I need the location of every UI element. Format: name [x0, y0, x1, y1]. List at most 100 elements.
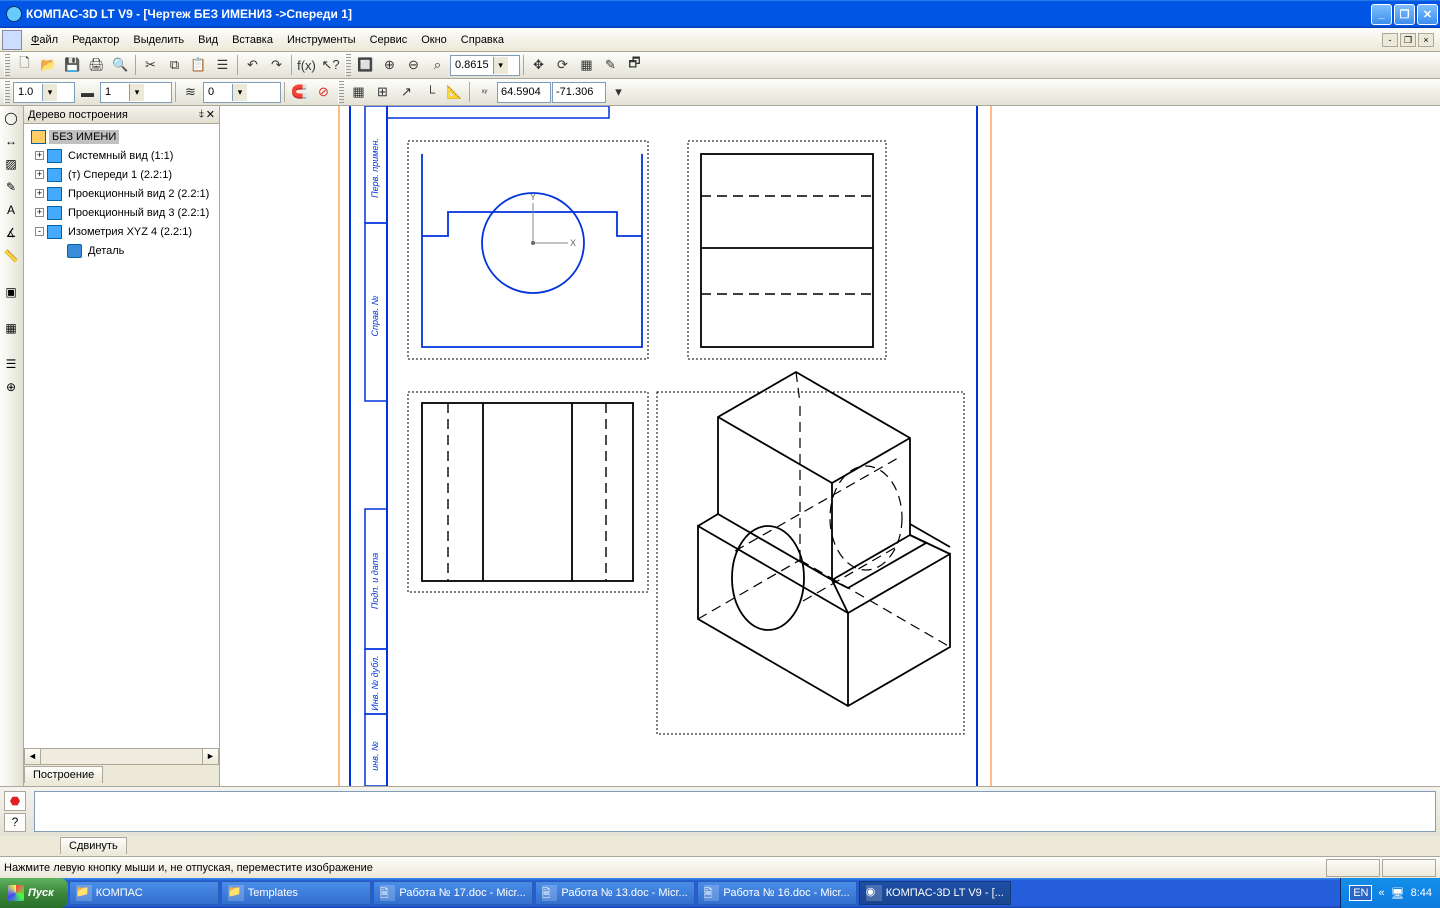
tree-hscroll[interactable]: ◄►: [24, 748, 219, 765]
grip-icon[interactable]: [4, 54, 10, 76]
tray-expand-icon[interactable]: «: [1378, 887, 1384, 899]
text-tool[interactable]: A: [0, 199, 22, 221]
expand-icon[interactable]: +: [35, 189, 44, 198]
rotate-button[interactable]: ⟳: [551, 54, 574, 77]
start-button[interactable]: Пуск: [0, 878, 68, 908]
command-input-area[interactable]: [34, 791, 1436, 832]
ortho-button[interactable]: ⊞: [371, 81, 394, 104]
coord-y-input[interactable]: [552, 82, 606, 103]
close-panel-icon[interactable]: ✕: [206, 108, 215, 121]
tree-node[interactable]: Системный вид (1:1): [65, 149, 176, 163]
views-tool[interactable]: ▦: [0, 317, 22, 339]
print-button[interactable]: 🖨: [85, 54, 108, 77]
menu-window[interactable]: Окно: [414, 31, 454, 49]
stop-button[interactable]: ⬣: [4, 791, 26, 811]
zoom-window-button[interactable]: ⌕: [426, 54, 449, 77]
menu-select[interactable]: Выделить: [126, 31, 191, 49]
dimension-tool[interactable]: ↔: [0, 130, 22, 152]
collapse-icon[interactable]: -: [35, 227, 44, 236]
zoom-show-all-button[interactable]: 🔲: [354, 54, 377, 77]
cmd-tab[interactable]: Сдвинуть: [60, 837, 127, 854]
taskbar-item[interactable]: 🗎Работа № 16.doc - Micr...: [697, 881, 857, 905]
layers-button[interactable]: ≋: [179, 81, 202, 104]
grid-button[interactable]: ▦: [347, 81, 370, 104]
grip-icon[interactable]: [338, 81, 344, 103]
mdi-minimize[interactable]: -: [1382, 33, 1398, 47]
coord-x-input[interactable]: [497, 82, 551, 103]
measure-tool[interactable]: 📏: [0, 245, 22, 267]
coord-menu-button[interactable]: ▾: [607, 81, 630, 104]
copy-button[interactable]: ⧉: [163, 54, 186, 77]
taskbar-item-active[interactable]: ◉КОМПАС-3D LT V9 - [...: [859, 881, 1011, 905]
menu-help[interactable]: Справка: [454, 31, 511, 49]
tree-node[interactable]: (т) Спереди 1 (2.2:1): [65, 168, 175, 182]
hatch-tool[interactable]: ▨: [0, 153, 22, 175]
system-tray[interactable]: EN « 🖥 8:44: [1340, 878, 1440, 908]
tree-root[interactable]: БЕЗ ИМЕНИ: [49, 130, 119, 144]
view-config-button[interactable]: ✎: [599, 54, 622, 77]
layer-combo[interactable]: 0▾: [203, 82, 281, 103]
pan-button[interactable]: ✥: [527, 54, 550, 77]
clock[interactable]: 8:44: [1411, 887, 1432, 899]
spec-tool[interactable]: ☰: [0, 353, 22, 375]
props-button[interactable]: ☰: [211, 54, 234, 77]
menu-tools[interactable]: Инструменты: [280, 31, 363, 49]
taskbar-item[interactable]: 🗎Работа № 13.doc - Micr...: [535, 881, 695, 905]
coord-button[interactable]: ↗: [395, 81, 418, 104]
menu-service[interactable]: Сервис: [363, 31, 415, 49]
tree-tab[interactable]: Построение: [24, 766, 103, 783]
other-tool[interactable]: ⊕: [0, 376, 22, 398]
pin-icon[interactable]: ⤈: [199, 108, 204, 121]
edit-tool[interactable]: ✎: [0, 176, 22, 198]
windows-button[interactable]: 🗗: [623, 54, 646, 77]
open-button[interactable]: 📂: [37, 54, 60, 77]
help-button[interactable]: ?: [4, 813, 26, 833]
expand-icon[interactable]: +: [35, 208, 44, 217]
local-cs-button[interactable]: └: [419, 81, 442, 104]
symbol-tool[interactable]: ∡: [0, 222, 22, 244]
drawing-canvas[interactable]: Перв. примен. Справ. № Подп. и дата Инв.…: [220, 106, 1440, 786]
expand-icon[interactable]: +: [35, 151, 44, 160]
menu-insert[interactable]: Вставка: [225, 31, 280, 49]
zoom-combo[interactable]: 0.8615▾: [450, 55, 520, 76]
expand-icon[interactable]: +: [35, 170, 44, 179]
preview-button[interactable]: 🔍: [109, 54, 132, 77]
grip-icon[interactable]: [345, 54, 351, 76]
line-width-combo[interactable]: 1.0▾: [13, 82, 75, 103]
grip-icon[interactable]: [4, 81, 10, 103]
undo-button[interactable]: ↶: [241, 54, 264, 77]
tree-child[interactable]: Деталь: [85, 244, 127, 258]
snap-off-button[interactable]: ⊘: [312, 81, 335, 104]
tree-body[interactable]: БЕЗ ИМЕНИ + Системный вид (1:1) + (т) Спер…: [24, 124, 219, 748]
snap-round-button[interactable]: 🧲: [288, 81, 311, 104]
new-button[interactable]: 🗋: [13, 54, 36, 77]
help-cursor-button[interactable]: ↖?: [319, 54, 342, 77]
geometry-tool[interactable]: ◯: [0, 107, 22, 129]
param-button[interactable]: 📐: [443, 81, 466, 104]
select-tool[interactable]: ▣: [0, 281, 22, 303]
taskbar-item[interactable]: 🗎Работа № 17.doc - Micr...: [373, 881, 533, 905]
mdi-close[interactable]: ×: [1418, 33, 1434, 47]
restore-button[interactable]: ❐: [1394, 4, 1415, 25]
redo-button[interactable]: ↷: [265, 54, 288, 77]
zoom-out-button[interactable]: ⊖: [402, 54, 425, 77]
mdi-restore[interactable]: ❐: [1400, 33, 1416, 47]
tree-node[interactable]: Изометрия XYZ 4 (2.2:1): [65, 225, 195, 239]
tree-node[interactable]: Проекционный вид 2 (2.2:1): [65, 187, 212, 201]
paste-button[interactable]: 📋: [187, 54, 210, 77]
save-button[interactable]: 💾: [61, 54, 84, 77]
tree-node[interactable]: Проекционный вид 3 (2.2:1): [65, 206, 212, 220]
vars-button[interactable]: f(x): [295, 54, 318, 77]
close-button[interactable]: ✕: [1417, 4, 1438, 25]
menu-editor[interactable]: Редактор: [65, 31, 126, 49]
cut-button[interactable]: ✂: [139, 54, 162, 77]
minimize-button[interactable]: _: [1371, 4, 1392, 25]
taskbar-item[interactable]: 📁Templates: [221, 881, 371, 905]
menu-view[interactable]: Вид: [191, 31, 225, 49]
redraw-button[interactable]: ▦: [575, 54, 598, 77]
lang-indicator[interactable]: EN: [1349, 885, 1372, 901]
tray-icon[interactable]: 🖥: [1391, 887, 1405, 900]
line-style-combo[interactable]: 1▾: [100, 82, 172, 103]
line-style-button[interactable]: ▬: [76, 81, 99, 104]
zoom-in-button[interactable]: ⊕: [378, 54, 401, 77]
